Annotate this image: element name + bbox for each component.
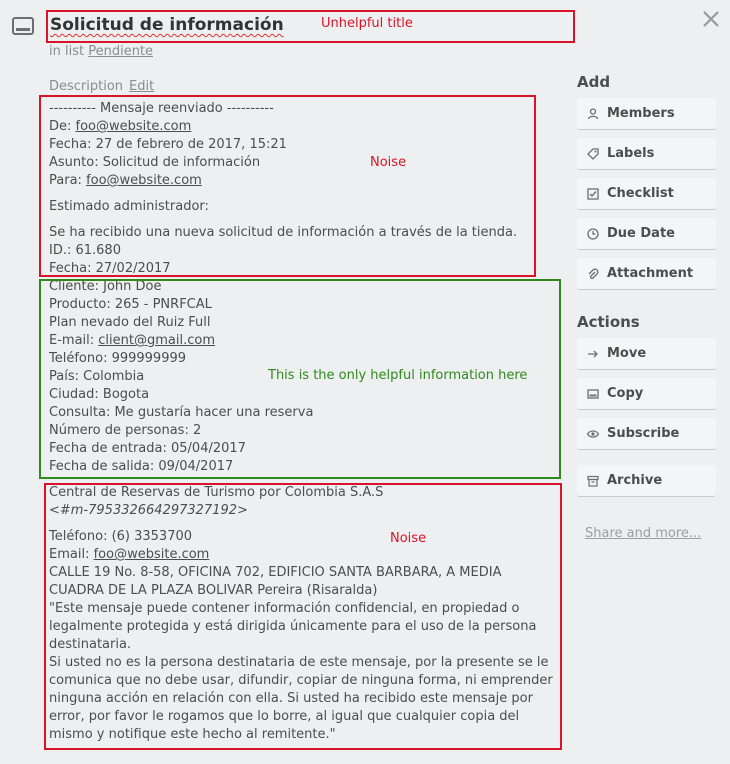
annotation-noise1: Noise — [370, 155, 407, 170]
labels-button[interactable]: Labels — [577, 138, 716, 170]
annotation-box-noise2 — [44, 483, 562, 750]
clock-icon — [587, 228, 599, 240]
person-icon — [587, 108, 599, 120]
copy-label: Copy — [607, 386, 644, 401]
description-header: Description Edit — [49, 79, 154, 94]
eye-icon — [587, 430, 599, 438]
share-and-more-link[interactable]: Share and more... — [585, 526, 701, 541]
archive-label: Archive — [607, 473, 663, 488]
close-icon[interactable] — [700, 8, 722, 30]
due-date-label: Due Date — [607, 226, 675, 241]
list-link[interactable]: Pendiente — [88, 44, 153, 59]
card-icon — [12, 17, 34, 35]
arrow-right-icon — [588, 350, 598, 358]
add-heading: Add — [577, 73, 611, 91]
description-label: Description — [49, 79, 124, 94]
tag-icon — [587, 148, 599, 160]
checkbox-icon — [587, 188, 599, 200]
archive-button[interactable]: Archive — [577, 465, 716, 497]
copy-button[interactable]: Copy — [577, 378, 716, 410]
members-label: Members — [607, 106, 675, 121]
checklist-button[interactable]: Checklist — [577, 178, 716, 210]
archive-icon — [587, 475, 599, 487]
in-list-label: in list — [49, 44, 85, 59]
move-label: Move — [607, 346, 647, 361]
attachment-button[interactable]: Attachment — [577, 258, 716, 290]
labels-label: Labels — [607, 146, 655, 161]
annotation-noise2: Noise — [390, 531, 427, 546]
annotation-title-note: Unhelpful title — [321, 16, 413, 31]
paperclip-icon — [588, 268, 599, 280]
subscribe-label: Subscribe — [607, 426, 680, 441]
checklist-label: Checklist — [607, 186, 674, 201]
annotation-box-noise1 — [39, 95, 536, 277]
attachment-label: Attachment — [607, 266, 694, 281]
move-button[interactable]: Move — [577, 338, 716, 370]
list-info: in list Pendiente — [49, 44, 153, 59]
subscribe-button[interactable]: Subscribe — [577, 418, 716, 450]
edit-description-link[interactable]: Edit — [129, 79, 154, 94]
members-button[interactable]: Members — [577, 98, 716, 130]
actions-heading: Actions — [577, 313, 640, 331]
card-icon — [587, 389, 599, 399]
annotation-box-title — [46, 10, 575, 43]
annotation-helpful: This is the only helpful information her… — [268, 368, 528, 383]
due-date-button[interactable]: Due Date — [577, 218, 716, 250]
